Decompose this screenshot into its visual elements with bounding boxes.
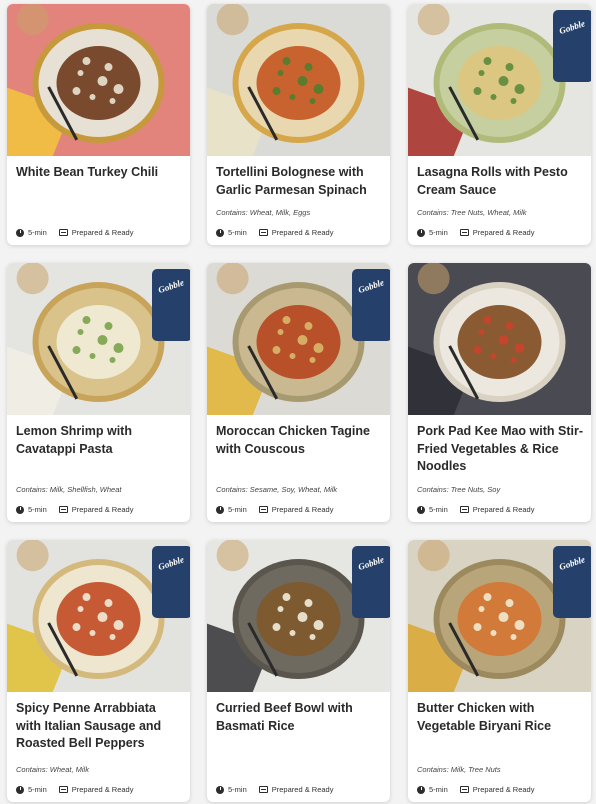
meal-card[interactable]: Gobble Curried Beef Bowl with Basmati Ric…	[207, 540, 390, 802]
clock-icon	[417, 785, 425, 794]
allergen-info: Contains: Wheat, Milk, Eggs	[216, 208, 311, 217]
tray-icon	[58, 229, 68, 236]
meal-grid: White Bean Turkey Chili 5-min Prepared & R…	[0, 0, 596, 804]
prep-time: 5-min	[228, 228, 247, 237]
meal-card[interactable]: Gobble Butter Chicken with Vegetable Biry…	[408, 540, 591, 802]
allergen-info: Contains: Tree Nuts, Wheat, Milk	[417, 208, 527, 217]
meal-meta: 5-min Prepared & Ready	[216, 505, 333, 514]
prep-time: 5-min	[228, 505, 247, 514]
prep-type: Prepared & Ready	[472, 505, 535, 514]
meal-photo-illustration: Gobble	[408, 540, 591, 692]
allergen-info: Contains: Tree Nuts, Soy	[417, 485, 501, 494]
meal-card[interactable]: White Bean Turkey Chili 5-min Prepared & R…	[7, 4, 190, 245]
prep-type: Prepared & Ready	[271, 228, 334, 237]
prep-type: Prepared & Ready	[271, 785, 334, 794]
tray-icon	[258, 229, 268, 236]
tray-icon	[58, 786, 68, 793]
meal-photo-illustration: Gobble	[7, 540, 190, 692]
clock-icon	[216, 785, 224, 794]
meal-photo[interactable]: Gobble	[408, 4, 591, 156]
prep-time: 5-min	[429, 785, 448, 794]
clock-icon	[417, 505, 425, 514]
tray-icon	[258, 506, 268, 513]
prep-time: 5-min	[28, 228, 47, 237]
meal-meta: 5-min Prepared & Ready	[417, 785, 534, 794]
meal-card[interactable]: Gobble Moroccan Chicken Tagine with Cousc…	[207, 263, 390, 522]
allergen-info: Contains: Wheat, Milk	[16, 765, 89, 774]
allergen-info: Contains: Milk, Tree Nuts	[417, 765, 501, 774]
clock-icon	[16, 505, 24, 514]
prep-time: 5-min	[228, 785, 247, 794]
meal-photo[interactable]	[408, 263, 591, 415]
meal-title[interactable]: White Bean Turkey Chili	[16, 164, 182, 182]
tray-icon	[459, 229, 469, 236]
tray-icon	[258, 786, 268, 793]
meal-meta: 5-min Prepared & Ready	[16, 228, 133, 237]
meal-photo[interactable]	[7, 4, 190, 156]
meal-photo-illustration	[207, 4, 390, 156]
tray-icon	[459, 506, 469, 513]
prep-type: Prepared & Ready	[472, 228, 535, 237]
meal-title[interactable]: Lasagna Rolls with Pesto Cream Sauce	[417, 164, 583, 199]
meal-photo-illustration: Gobble	[207, 540, 390, 692]
meal-photo[interactable]: Gobble	[207, 540, 390, 692]
meal-title[interactable]: Lemon Shrimp with Cavatappi Pasta	[16, 423, 182, 458]
prep-type: Prepared & Ready	[472, 785, 535, 794]
meal-photo[interactable]: Gobble	[207, 263, 390, 415]
meal-meta: 5-min Prepared & Ready	[417, 505, 534, 514]
meal-meta: 5-min Prepared & Ready	[16, 785, 133, 794]
meal-meta: 5-min Prepared & Ready	[417, 228, 534, 237]
meal-photo-illustration: Gobble	[207, 263, 390, 415]
meal-meta: 5-min Prepared & Ready	[216, 785, 333, 794]
prep-time: 5-min	[28, 505, 47, 514]
prep-time: 5-min	[429, 228, 448, 237]
meal-photo-illustration: Gobble	[7, 263, 190, 415]
prep-type: Prepared & Ready	[71, 785, 134, 794]
prep-time: 5-min	[28, 785, 47, 794]
allergen-info: Contains: Milk, Shellfish, Wheat	[16, 485, 122, 494]
meal-photo[interactable]: Gobble	[408, 540, 591, 692]
clock-icon	[16, 228, 24, 237]
meal-card[interactable]: Gobble Lasagna Rolls with Pesto Cream Sau…	[408, 4, 591, 245]
meal-photo[interactable]: Gobble	[7, 263, 190, 415]
prep-type: Prepared & Ready	[71, 228, 134, 237]
meal-photo-illustration	[408, 263, 591, 415]
prep-type: Prepared & Ready	[71, 505, 134, 514]
meal-title[interactable]: Tortellini Bolognese with Garlic Parmesa…	[216, 164, 382, 199]
meal-photo[interactable]	[207, 4, 390, 156]
meal-meta: 5-min Prepared & Ready	[216, 228, 333, 237]
tray-icon	[459, 786, 469, 793]
meal-card[interactable]: Tortellini Bolognese with Garlic Parmesa…	[207, 4, 390, 245]
clock-icon	[216, 505, 224, 514]
meal-card[interactable]: Gobble Spicy Penne Arrabbiata with Italia…	[7, 540, 190, 802]
prep-type: Prepared & Ready	[271, 505, 334, 514]
meal-title[interactable]: Spicy Penne Arrabbiata with Italian Saus…	[16, 700, 182, 753]
prep-time: 5-min	[429, 505, 448, 514]
meal-title[interactable]: Moroccan Chicken Tagine with Couscous	[216, 423, 382, 458]
meal-photo[interactable]: Gobble	[7, 540, 190, 692]
clock-icon	[16, 785, 24, 794]
tray-icon	[58, 506, 68, 513]
meal-card[interactable]: Gobble Lemon Shrimp with Cavatappi Pasta C…	[7, 263, 190, 522]
allergen-info: Contains: Sesame, Soy, Wheat, Milk	[216, 485, 338, 494]
meal-photo-illustration	[7, 4, 190, 156]
clock-icon	[216, 228, 224, 237]
clock-icon	[417, 228, 425, 237]
meal-photo-illustration: Gobble	[408, 4, 591, 156]
meal-meta: 5-min Prepared & Ready	[16, 505, 133, 514]
meal-title[interactable]: Butter Chicken with Vegetable Biryani Ri…	[417, 700, 583, 735]
meal-title[interactable]: Curried Beef Bowl with Basmati Rice	[216, 700, 382, 735]
meal-title[interactable]: Pork Pad Kee Mao with Stir-Fried Vegetab…	[417, 423, 583, 476]
meal-card[interactable]: Pork Pad Kee Mao with Stir-Fried Vegetab…	[408, 263, 591, 522]
